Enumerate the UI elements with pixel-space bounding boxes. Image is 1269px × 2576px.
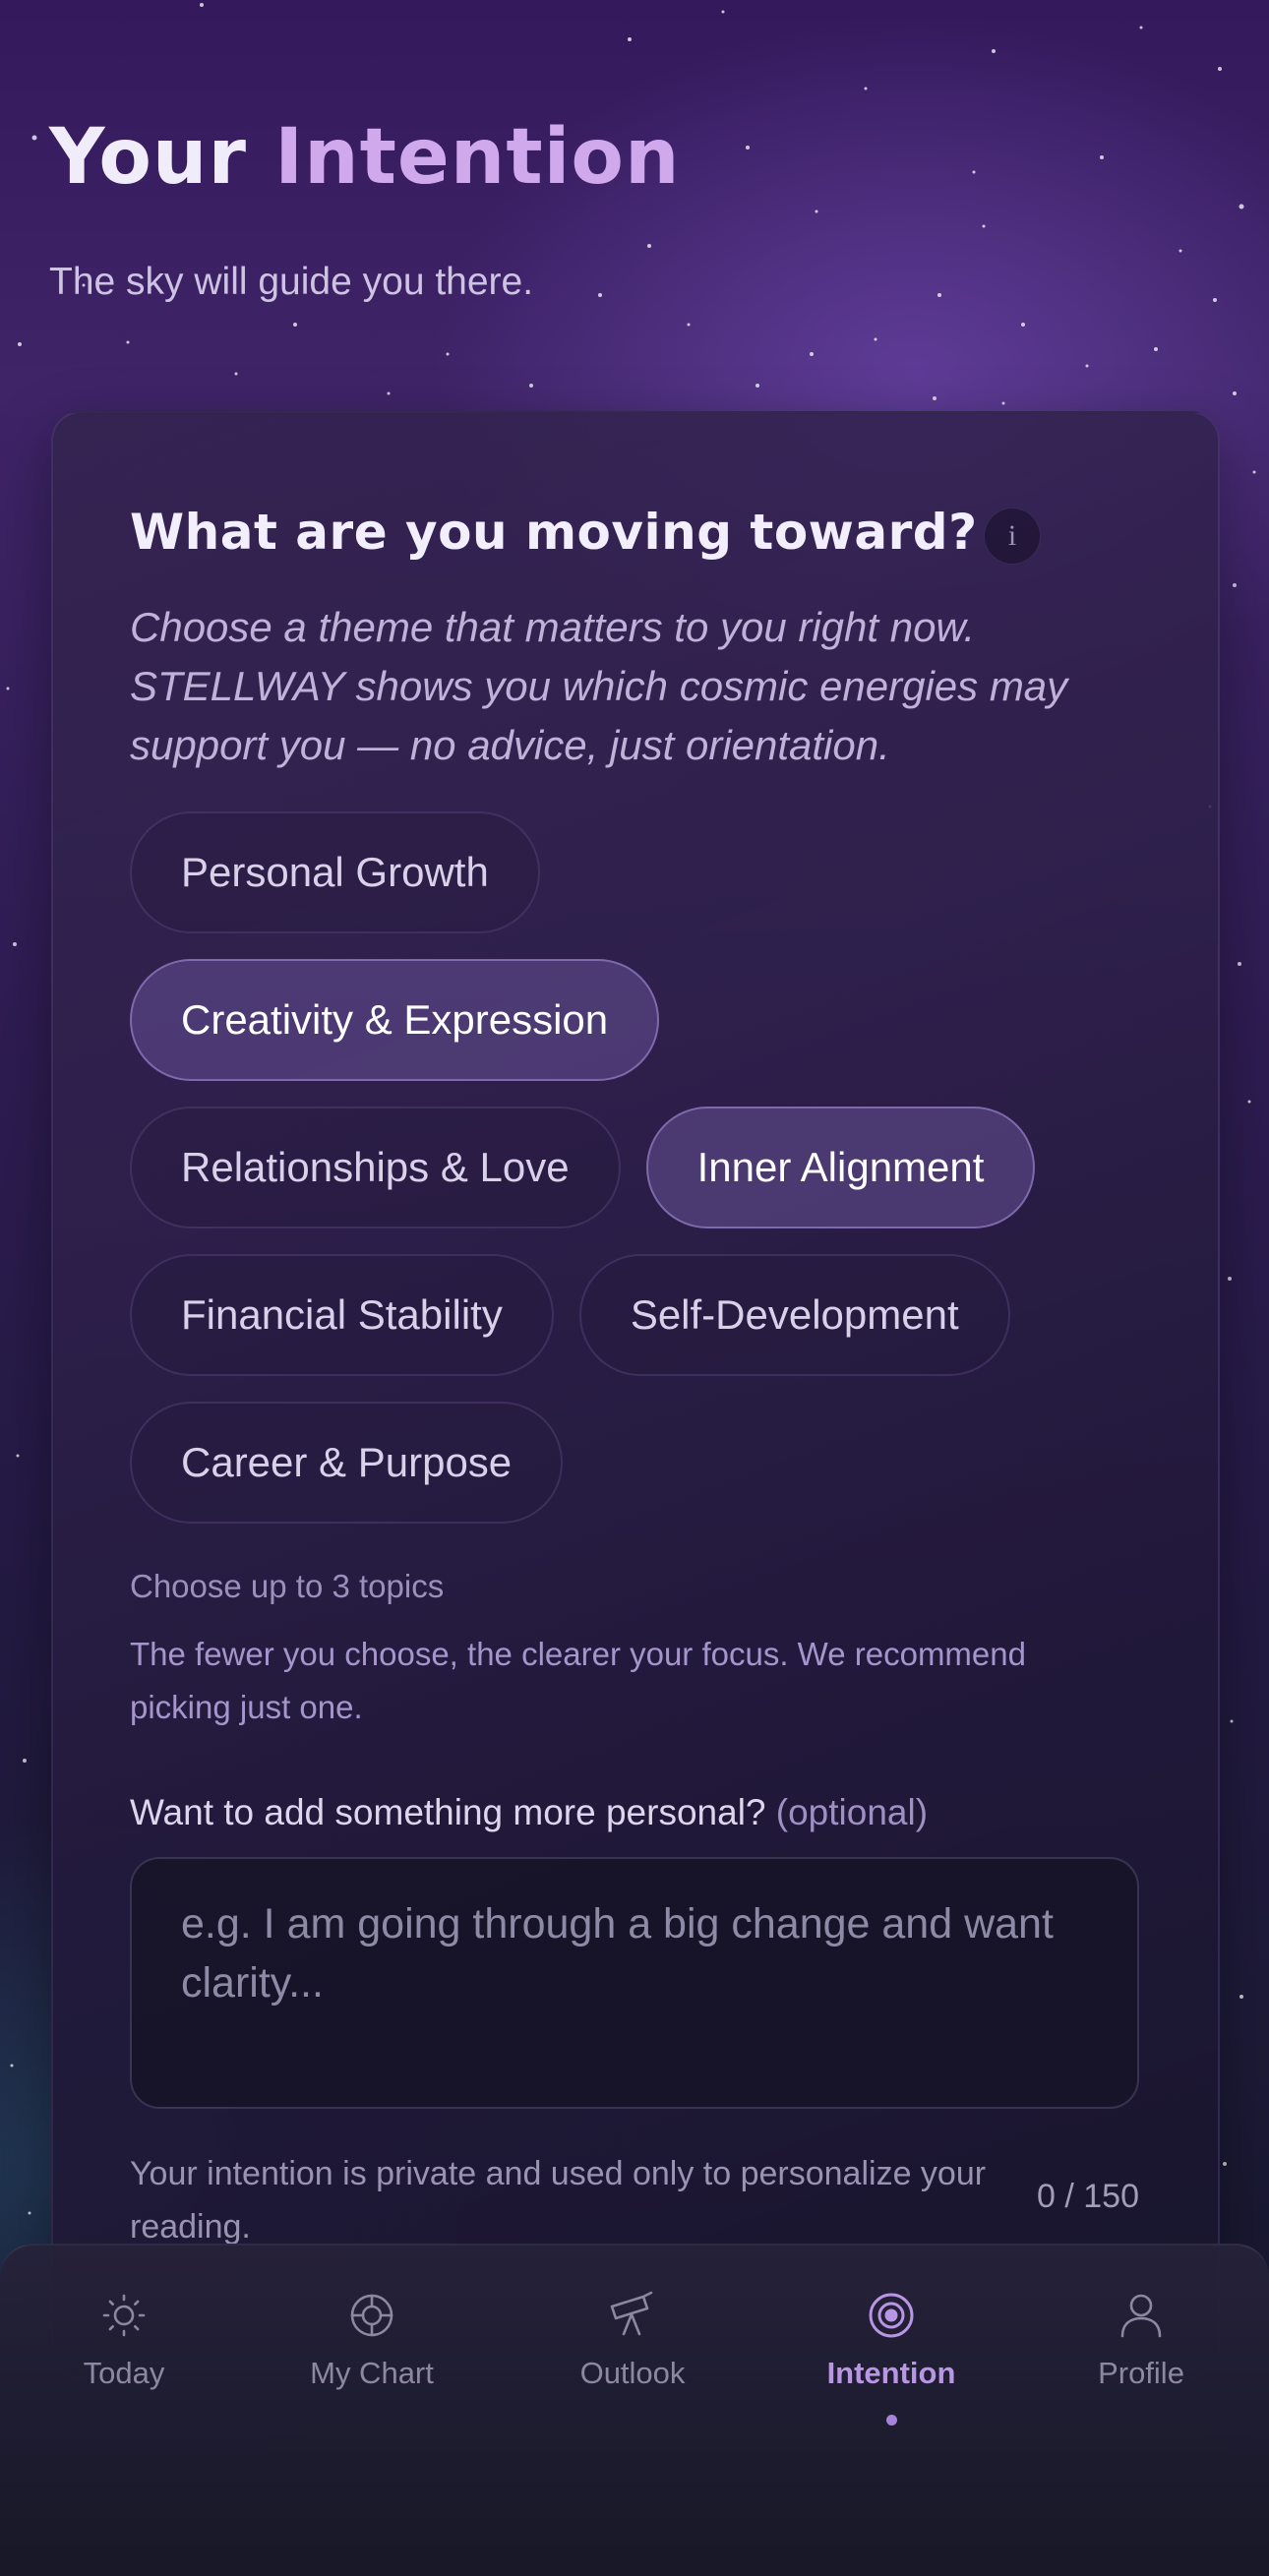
tab-my-chart-label: My Chart: [310, 2356, 434, 2390]
topic-chip-inner-alignment[interactable]: Inner Alignment: [645, 1107, 1036, 1228]
personal-note-label: Want to add something more personal? (op…: [130, 1792, 928, 1833]
info-icon[interactable]: i: [984, 508, 1041, 565]
tab-today-label: Today: [83, 2356, 165, 2390]
personal-note-field: [130, 1857, 1139, 2109]
card-title: What are you moving toward?: [130, 504, 978, 561]
topic-chip-self-development[interactable]: Self-Development: [578, 1254, 1010, 1376]
optional-tag: (optional): [775, 1792, 929, 1832]
page-title-part1: Your: [49, 113, 247, 202]
card-description: Choose a theme that matters to you right…: [130, 604, 1068, 768]
topic-chip-career-purpose[interactable]: Career & Purpose: [130, 1402, 564, 1524]
tab-intention[interactable]: Intention: [793, 2287, 990, 2454]
tab-intention-label: Intention: [826, 2356, 956, 2390]
user-icon: [1120, 2294, 1162, 2338]
active-tab-indicator: [885, 2415, 897, 2426]
topic-chips: Personal Growth Creativity & Expression …: [130, 811, 1114, 1549]
topic-chip-creativity-expression[interactable]: Creativity & Expression: [130, 959, 660, 1081]
tab-outlook[interactable]: Outlook: [534, 2287, 731, 2454]
page-subtitle: The sky will guide you there.: [49, 261, 534, 303]
privacy-note: Your intention is private and used only …: [130, 2155, 987, 2246]
chart-wheel-icon: [350, 2294, 393, 2337]
telescope-icon: [610, 2291, 653, 2336]
personal-note-input[interactable]: [181, 1894, 1088, 2071]
topic-limit-hint: Choose up to 3 topics: [130, 1568, 445, 1604]
tab-profile[interactable]: Profile: [1043, 2287, 1239, 2454]
target-icon: [869, 2293, 914, 2338]
topic-chip-relationships-love[interactable]: Relationships & Love: [130, 1107, 621, 1228]
page-title-accent: Intention: [274, 113, 681, 202]
tab-my-chart[interactable]: My Chart: [273, 2287, 470, 2454]
topic-recommendation: The fewer you choose, the clearer your f…: [130, 1636, 1026, 1725]
topic-chip-personal-growth[interactable]: Personal Growth: [130, 811, 540, 933]
tab-outlook-label: Outlook: [579, 2356, 686, 2390]
personal-note-label-text: Want to add something more personal?: [130, 1792, 766, 1832]
topic-chip-financial-stability[interactable]: Financial Stability: [130, 1254, 554, 1376]
page-title: Your Intention: [49, 113, 681, 202]
character-counter: 0 / 150: [1037, 2178, 1139, 2215]
tab-today[interactable]: Today: [26, 2287, 222, 2454]
tab-profile-label: Profile: [1098, 2356, 1184, 2390]
sun-icon: [102, 2294, 146, 2337]
